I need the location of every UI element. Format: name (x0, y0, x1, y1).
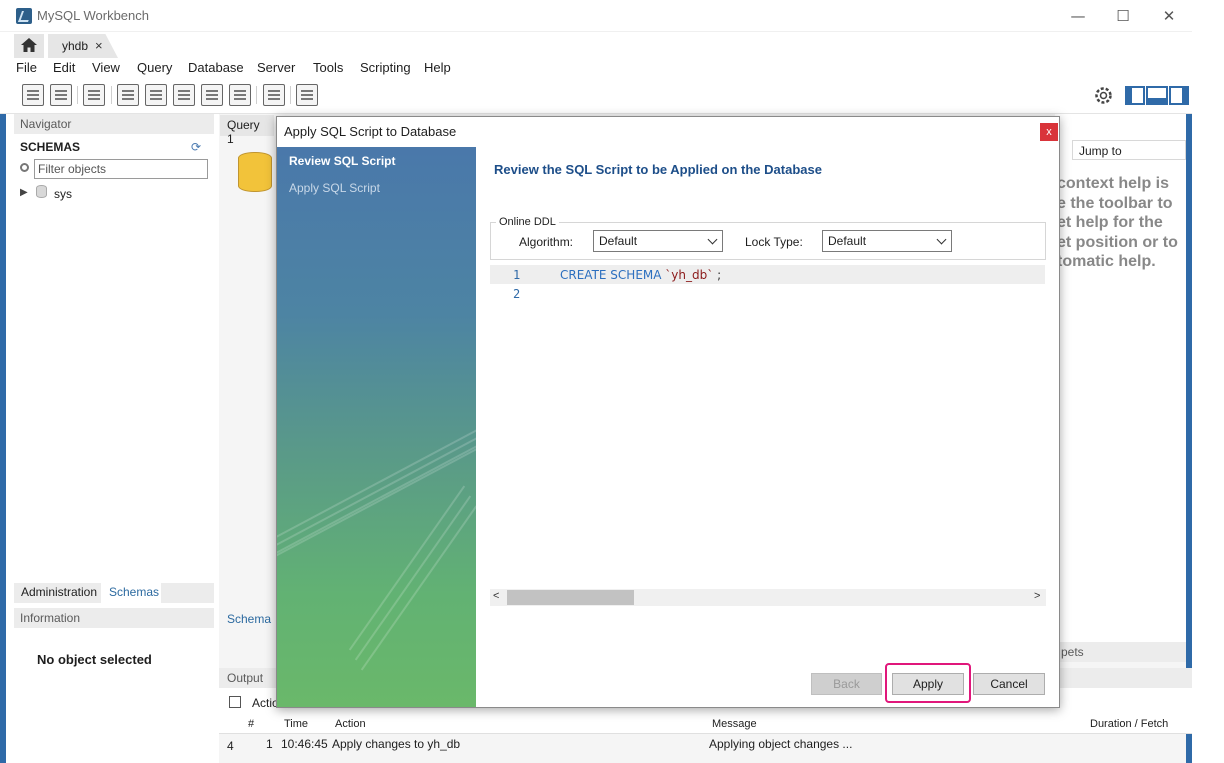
wizard-step-review: Review SQL Script (289, 154, 396, 168)
gear-icon[interactable] (1094, 86, 1113, 105)
scroll-left-icon[interactable]: < (493, 590, 499, 602)
menu-tools[interactable]: Tools (313, 60, 343, 75)
create-view-icon[interactable] (173, 84, 195, 106)
search-table-data-icon[interactable] (263, 84, 285, 106)
algorithm-select[interactable]: Default (593, 230, 723, 252)
scrollbar-thumb[interactable] (507, 590, 634, 605)
sql-editor-logo-icon (238, 152, 272, 192)
lock-type-label: Lock Type: (745, 235, 803, 249)
mysql-workbench-logo-icon (16, 8, 32, 24)
close-tab-icon[interactable]: × (95, 38, 103, 53)
desktop-background (1192, 0, 1224, 763)
new-sql-tab-icon[interactable] (22, 84, 44, 106)
column-action: Action (335, 718, 366, 730)
search-icon (20, 163, 29, 172)
toggle-sidebar-icon[interactable] (1125, 86, 1145, 105)
column-number: # (248, 718, 255, 730)
apply-button-highlight (885, 663, 971, 703)
dialog-title: Apply SQL Script to Database (284, 124, 457, 139)
maximize-button[interactable]: ☐ (1100, 4, 1146, 28)
database-icon (36, 185, 47, 198)
window-titlebar (0, 0, 1192, 32)
connection-tab-label: yhdb (62, 39, 89, 53)
sql-script-editor[interactable] (490, 264, 1046, 604)
tab-administration[interactable]: Administration (17, 585, 101, 599)
chevron-down-icon (707, 234, 718, 245)
window-left-edge (0, 114, 6, 763)
line-number: 2 (513, 287, 521, 301)
output-row-action: Apply changes to yh_db (332, 737, 461, 751)
toggle-secondary-sidebar-icon[interactable] (1169, 86, 1189, 105)
toolbar-separator (290, 86, 291, 104)
menu-scripting[interactable]: Scripting (360, 60, 411, 75)
home-icon[interactable] (21, 38, 37, 52)
create-procedure-icon[interactable] (201, 84, 223, 106)
sql-terminator: ; (713, 268, 722, 282)
algorithm-label: Algorithm: (519, 235, 574, 249)
minimize-button[interactable]: — (1055, 4, 1101, 28)
reconnect-icon[interactable] (296, 84, 318, 106)
menu-edit[interactable]: Edit (53, 60, 75, 75)
wizard-step-apply: Apply SQL Script (289, 181, 380, 195)
create-function-icon[interactable] (229, 84, 251, 106)
column-duration: Duration / Fetch (1090, 718, 1169, 730)
open-sql-script-icon[interactable] (50, 84, 72, 106)
menu-server[interactable]: Server (257, 60, 295, 75)
refresh-icon[interactable]: ⟳ (191, 140, 201, 154)
back-button[interactable]: Back (811, 673, 882, 695)
tab-query-1[interactable]: Query 1 (220, 115, 274, 146)
menu-file[interactable]: File (16, 60, 37, 75)
column-time: Time (284, 718, 309, 730)
inspector-icon[interactable] (83, 84, 105, 106)
toolbar-separator (256, 86, 257, 104)
column-message: Message (712, 718, 757, 730)
dialog-heading: Review the SQL Script to be Applied on t… (494, 162, 822, 177)
output-status-icon: 4 (227, 739, 234, 753)
create-table-icon[interactable] (145, 84, 167, 106)
schema-tab-label[interactable]: Schema (227, 612, 271, 626)
action-output-select[interactable]: Actio (252, 696, 279, 710)
menu-bar (0, 59, 1192, 79)
online-ddl-legend: Online DDL (496, 216, 559, 228)
output-row-number: 1 (266, 737, 273, 751)
line-number: 1 (513, 268, 521, 282)
menu-database[interactable]: Database (188, 60, 244, 75)
lock-type-value: Default (828, 234, 867, 248)
schemas-title: SCHEMAS (20, 140, 81, 154)
menu-view[interactable]: View (92, 60, 120, 75)
no-object-selected-text: No object selected (37, 652, 152, 667)
information-header: Information (14, 608, 214, 628)
sql-identifier: `yh_db` (665, 268, 714, 282)
snippets-tab[interactable]: pets (1055, 642, 1186, 662)
close-window-button[interactable]: ✕ (1146, 4, 1192, 28)
navigator-header: Navigator (14, 114, 214, 134)
menu-query[interactable]: Query (137, 60, 172, 75)
filter-objects-input[interactable]: Filter objects (34, 159, 208, 179)
cancel-button[interactable]: Cancel (973, 673, 1045, 695)
copy-icon[interactable] (229, 696, 241, 708)
connection-tab-bar (0, 32, 1192, 59)
output-row-message: Applying object changes ... (709, 737, 853, 751)
menu-help[interactable]: Help (424, 60, 451, 75)
scroll-right-icon[interactable]: > (1034, 590, 1040, 602)
chevron-down-icon (936, 234, 947, 245)
output-row-time: 10:46:45 (281, 737, 328, 751)
schema-tree-item-sys[interactable]: sys (54, 187, 72, 201)
lock-type-select[interactable]: Default (822, 230, 952, 252)
dialog-close-button[interactable]: x (1040, 123, 1058, 141)
toolbar-separator (111, 86, 112, 104)
sql-keyword: CREATE SCHEMA (560, 268, 662, 282)
window-title: MySQL Workbench (37, 8, 149, 23)
context-help-text: context help is e the toolbar to et help… (1057, 175, 1178, 270)
algorithm-value: Default (599, 234, 638, 248)
toolbar-separator (77, 86, 78, 104)
create-schema-icon[interactable] (117, 84, 139, 106)
sql-code-line: CREATE SCHEMA `yh_db` ; (560, 268, 721, 282)
toggle-output-icon[interactable] (1146, 86, 1168, 105)
jump-to-select[interactable]: Jump to (1072, 140, 1186, 160)
tab-schemas[interactable]: Schemas (105, 585, 163, 599)
wizard-steps-sidebar (277, 147, 476, 707)
expand-arrow-icon[interactable]: ▶ (20, 187, 28, 198)
